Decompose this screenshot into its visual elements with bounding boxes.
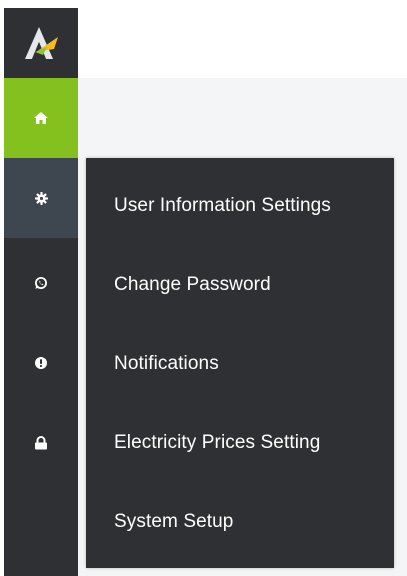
sidebar-item-alerts[interactable] <box>4 323 78 403</box>
menu-item-system-setup[interactable]: System Setup <box>114 502 233 542</box>
menu-item-electricity-prices-setting[interactable]: Electricity Prices Setting <box>114 423 320 463</box>
sidebar-item-settings[interactable] <box>4 158 78 238</box>
whatsapp-icon <box>34 276 48 290</box>
menu-item-user-information-settings[interactable]: User Information Settings <box>114 186 331 226</box>
alert-icon <box>35 357 47 369</box>
menu-item-change-password[interactable]: Change Password <box>114 265 271 305</box>
home-icon <box>34 112 48 124</box>
settings-dropdown-menu: User Information Settings Change Passwor… <box>86 158 394 568</box>
gear-icon <box>34 191 48 205</box>
menu-item-notifications[interactable]: Notifications <box>114 344 219 384</box>
sidebar-item-lock[interactable] <box>4 403 78 483</box>
app-root: User Information Settings Change Passwor… <box>0 0 407 576</box>
sidebar-item-home[interactable] <box>4 78 78 158</box>
sidebar-item-support[interactable] <box>4 243 78 323</box>
lock-icon <box>34 436 48 450</box>
sidebar <box>4 8 78 576</box>
brand-logo-icon[interactable] <box>4 8 78 78</box>
